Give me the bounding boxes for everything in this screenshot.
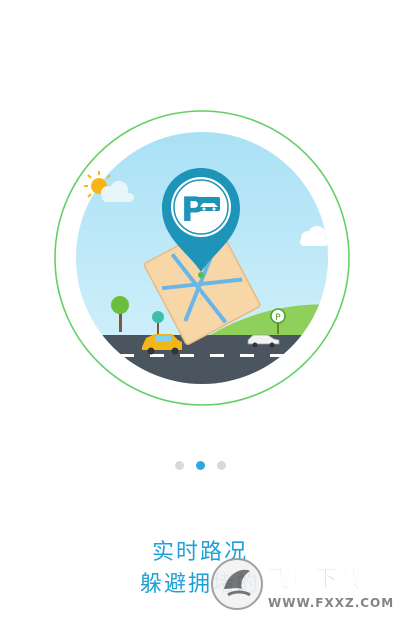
watermark-url: WWW.FXXZ.COM — [268, 596, 394, 610]
page-dot-2-active[interactable] — [195, 460, 205, 470]
page-indicator — [0, 458, 400, 472]
watermark-logo: 飞翔下载 WWW.FXXZ.COM — [211, 558, 394, 610]
watermark-emblem-icon — [211, 558, 263, 610]
page-dot-3[interactable] — [216, 460, 226, 470]
svg-text:P: P — [275, 313, 281, 323]
onboarding-illustration: P P — [54, 110, 350, 406]
page-dot-1[interactable] — [174, 460, 184, 470]
watermark-brand: 飞翔下载 — [266, 565, 362, 593]
